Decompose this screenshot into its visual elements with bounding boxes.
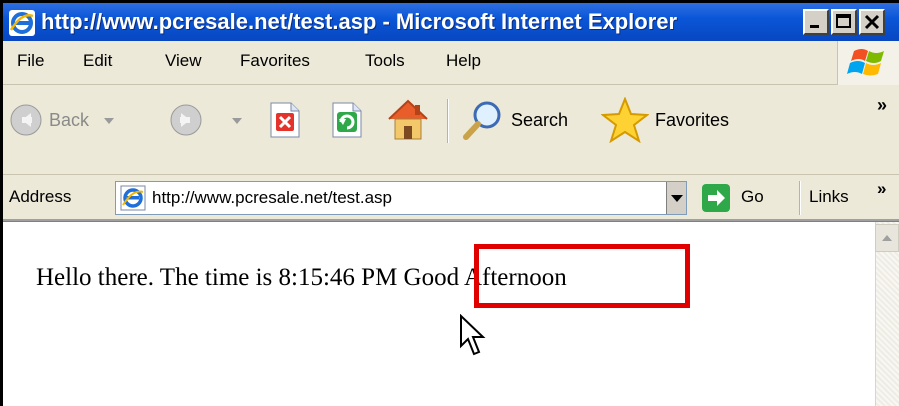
forward-arrow-icon[interactable] [169, 103, 203, 137]
address-label: Address [9, 187, 72, 206]
page-ie-icon [120, 185, 146, 211]
toolbar-overflow-chevron[interactable]: » [877, 95, 887, 116]
ie-logo-icon [9, 10, 35, 36]
toolbar-separator [447, 99, 449, 143]
address-url[interactable]: http://www.pcresale.net/test.asp [152, 188, 392, 208]
address-separator [799, 181, 801, 215]
address-bar: Address http://www.pcresale.net/test.asp… [3, 175, 899, 221]
stop-icon[interactable] [267, 101, 301, 139]
menu-help[interactable]: Help [446, 51, 481, 71]
mouse-cursor-icon [460, 314, 486, 356]
menu-favorites[interactable]: Favorites [240, 51, 310, 71]
windows-flag-icon [847, 49, 884, 76]
home-icon[interactable] [385, 97, 431, 143]
minimize-icon [810, 25, 819, 28]
maximize-button[interactable] [831, 9, 857, 35]
search-button-label[interactable]: Search [511, 110, 568, 131]
forward-dropdown-icon[interactable] [231, 116, 243, 126]
close-icon [864, 14, 880, 30]
standard-toolbar: Back Search Favorites » [3, 85, 899, 175]
links-overflow-chevron[interactable]: » [877, 179, 886, 199]
chevron-down-icon [671, 195, 683, 202]
menu-view[interactable]: View [165, 51, 202, 71]
scroll-up-button[interactable] [875, 224, 899, 252]
refresh-icon[interactable] [329, 101, 363, 139]
go-button[interactable]: Go [701, 183, 791, 213]
highlight-box [474, 244, 690, 308]
search-icon[interactable] [461, 99, 505, 141]
go-label[interactable]: Go [741, 187, 764, 207]
page-content: Hello there. The time is 8:15:46 PM Good… [3, 221, 899, 406]
scroll-up-arrow-icon [882, 235, 892, 241]
favorites-star-icon[interactable] [601, 97, 649, 143]
address-dropdown-button[interactable] [666, 182, 686, 214]
menu-edit[interactable]: Edit [83, 51, 112, 71]
maximize-icon [836, 14, 851, 28]
browser-window: http://www.pcresale.net/test.asp - Micro… [0, 0, 899, 406]
title-bar[interactable]: http://www.pcresale.net/test.asp - Micro… [3, 3, 899, 41]
close-button[interactable] [859, 9, 885, 35]
menu-file[interactable]: File [17, 51, 44, 71]
go-arrow-icon [702, 184, 730, 212]
menu-bar: File Edit View Favorites Tools Help [3, 41, 899, 85]
back-dropdown-icon[interactable] [103, 116, 115, 126]
window-title: http://www.pcresale.net/test.asp - Micro… [41, 9, 678, 34]
menu-tools[interactable]: Tools [365, 51, 405, 71]
favorites-button-label[interactable]: Favorites [655, 110, 729, 131]
minimize-button[interactable] [803, 9, 829, 35]
back-button-label[interactable]: Back [49, 110, 89, 131]
back-arrow-icon[interactable] [9, 103, 43, 137]
address-input[interactable]: http://www.pcresale.net/test.asp [115, 181, 687, 215]
windows-logo [837, 41, 899, 85]
links-label[interactable]: Links [809, 187, 849, 207]
